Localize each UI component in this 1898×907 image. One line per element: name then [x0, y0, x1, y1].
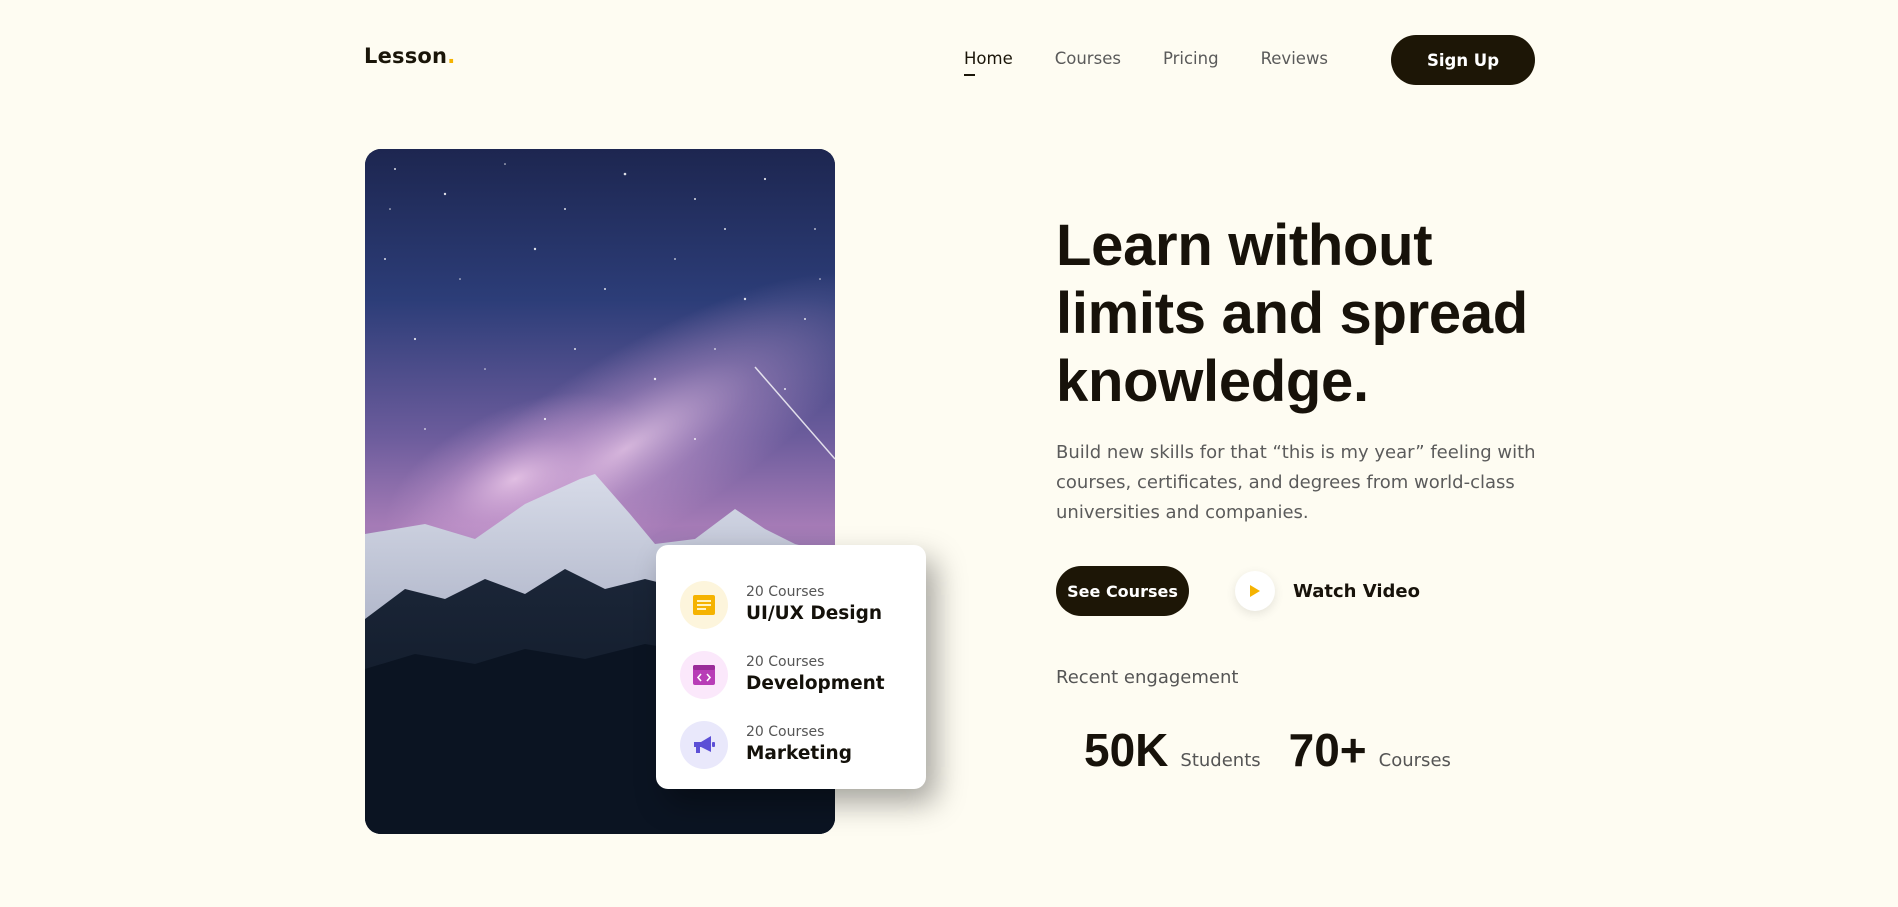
nav-link-pricing[interactable]: Pricing — [1163, 49, 1219, 69]
category-name: Marketing — [746, 742, 852, 764]
category-name: Development — [746, 672, 885, 694]
hero-subtext: Build new skills for that “this is my ye… — [1056, 442, 1536, 523]
watch-video-button[interactable]: Watch Video — [1235, 571, 1420, 611]
sign-up-button[interactable]: Sign Up — [1391, 35, 1535, 85]
stat-value: 70+ — [1288, 724, 1367, 776]
category-card: 20 Courses UI/UX Design 20 Courses Devel… — [656, 545, 926, 789]
play-icon[interactable] — [1235, 571, 1275, 611]
nav-link-reviews[interactable]: Reviews — [1261, 49, 1328, 69]
logo[interactable]: Lesson. — [364, 44, 455, 68]
layout-icon — [680, 581, 728, 629]
stat-label: Courses — [1378, 750, 1451, 771]
stat-courses: 70+ Courses — [1289, 722, 1451, 778]
hero-headline: Learn without limits and spread knowledg… — [1056, 213, 1528, 414]
code-window-icon — [680, 651, 728, 699]
category-count: 20 Courses — [746, 653, 825, 670]
nav-link-courses[interactable]: Courses — [1055, 49, 1121, 69]
stat-students: 50K Students — [1084, 722, 1261, 778]
see-courses-button[interactable]: See Courses — [1056, 566, 1189, 616]
category-item-uiux[interactable]: 20 Courses UI/UX Design — [656, 570, 926, 640]
stat-value: 50K — [1084, 724, 1169, 776]
stat-label: Students — [1180, 750, 1261, 771]
engagement-label: Recent engagement — [1056, 667, 1239, 688]
nav-link-home[interactable]: Home — [964, 49, 1013, 76]
category-name: UI/UX Design — [746, 602, 883, 624]
watch-video-label: Watch Video — [1293, 580, 1420, 602]
logo-dot: . — [447, 44, 456, 68]
logo-text: Lesson — [364, 44, 448, 68]
main-nav: Home Courses Pricing Reviews — [964, 49, 1370, 76]
category-count: 20 Courses — [746, 583, 825, 600]
category-count: 20 Courses — [746, 723, 825, 740]
category-item-marketing[interactable]: 20 Courses Marketing — [656, 710, 926, 780]
category-item-development[interactable]: 20 Courses Development — [656, 640, 926, 710]
megaphone-icon — [680, 721, 728, 769]
stats: 50K Students 70+ Courses — [1084, 722, 1479, 778]
